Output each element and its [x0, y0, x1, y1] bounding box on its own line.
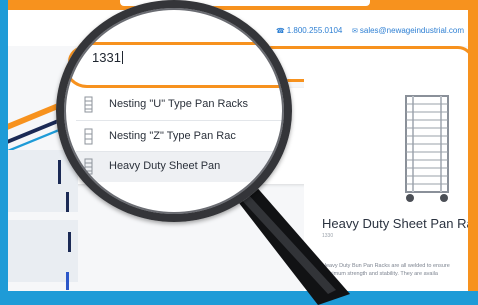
magnifier-rim [56, 0, 292, 222]
